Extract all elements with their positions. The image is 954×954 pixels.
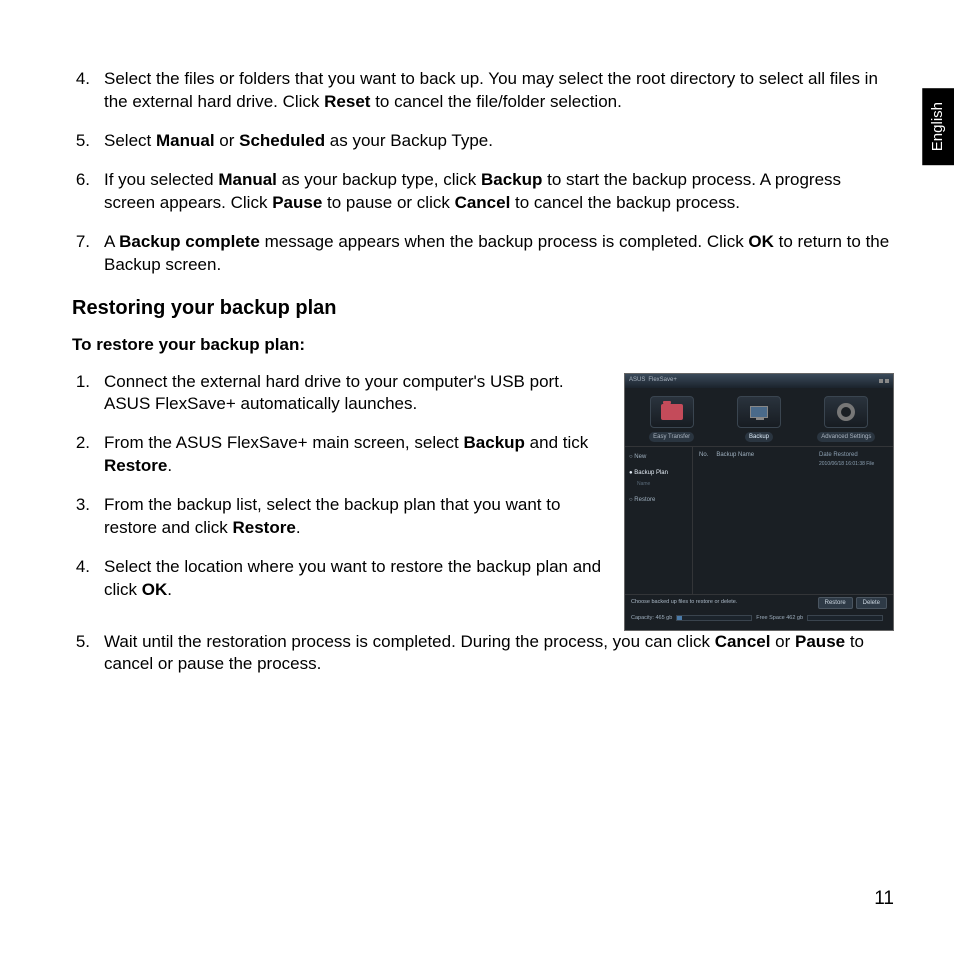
list-text: Select Manual or Scheduled as your Backu… (104, 130, 894, 153)
screenshot-sidebar: ○ New ● Backup Plan Name ○ Restore (625, 447, 693, 594)
monitor-icon (750, 406, 768, 418)
tab-advanced: Advanced Settings (806, 396, 887, 442)
cap-left: Capacity: 465 gb (631, 615, 672, 622)
list-number: 6. (72, 169, 104, 215)
steps-list-restore-tail: 5.Wait until the restoration process is … (72, 631, 894, 677)
list-text: A Backup complete message appears when t… (104, 231, 894, 277)
opt-new: ○ New (629, 453, 688, 461)
tab-label: Advanced Settings (817, 432, 875, 442)
list-item: 6.If you selected Manual as your backup … (72, 169, 894, 215)
cap-right: Free Space 462 gb (756, 615, 803, 622)
list-number: 4. (72, 68, 104, 114)
steps-list-top: 4.Select the files or folders that you w… (72, 68, 894, 277)
list-text: Connect the external hard drive to your … (104, 371, 606, 417)
app-brand: ASUS (629, 376, 645, 384)
min-icon (879, 379, 883, 383)
list-item: 1.Connect the external hard drive to you… (72, 371, 606, 417)
restore-heading: Restoring your backup plan (72, 295, 894, 322)
btn-restore: Restore (818, 597, 853, 609)
list-item: 7.A Backup complete message appears when… (72, 231, 894, 277)
tab-label: Backup (745, 432, 773, 442)
date-val: 2010/06/18 16:01:38 File (819, 461, 889, 468)
btn-delete: Delete (856, 597, 887, 609)
col-name: Backup Name (716, 451, 754, 459)
list-number: 7. (72, 231, 104, 277)
list-item: 4.Select the location where you want to … (72, 556, 606, 602)
cap-bar-right (807, 615, 883, 621)
list-item: 4.Select the files or folders that you w… (72, 68, 894, 114)
steps-list-restore: 1.Connect the external hard drive to you… (72, 371, 606, 603)
note-text: Choose backed up files to restore or del… (631, 599, 737, 606)
list-text: Wait until the restoration process is co… (104, 631, 894, 677)
app-titlebar: ASUS FlexSave+ (625, 374, 893, 388)
opt-backup-plan: ● Backup Plan (629, 469, 688, 477)
screenshot-bottom: Choose backed up files to restore or del… (625, 594, 893, 630)
app-screenshot: ASUS FlexSave+ Easy Transfer Backup (624, 373, 894, 631)
list-item: 5.Select Manual or Scheduled as your Bac… (72, 130, 894, 153)
list-item: 5.Wait until the restoration process is … (72, 631, 894, 677)
gear-icon (837, 403, 855, 421)
list-number: 4. (72, 556, 104, 602)
app-name: FlexSave+ (648, 376, 677, 384)
list-number: 3. (72, 494, 104, 540)
list-number: 2. (72, 432, 104, 478)
tab-easy-transfer: Easy Transfer (631, 396, 712, 442)
tab-label: Easy Transfer (649, 432, 694, 442)
screenshot-center: No. Backup Name (693, 447, 815, 594)
list-text: If you selected Manual as your backup ty… (104, 169, 894, 215)
col-no: No. (699, 451, 708, 459)
list-text: From the ASUS FlexSave+ main screen, sel… (104, 432, 606, 478)
col-date: Date Restored (819, 451, 889, 459)
tab-backup: Backup (718, 396, 799, 442)
restore-subheading: To restore your backup plan: (72, 334, 894, 357)
folder-icon (661, 404, 683, 420)
cap-bar-left (676, 615, 752, 621)
screenshot-right: Date Restored 2010/06/18 16:01:38 File (815, 447, 893, 594)
list-item: 3.From the backup list, select the backu… (72, 494, 606, 540)
list-number: 1. (72, 371, 104, 417)
list-text: Select the files or folders that you wan… (104, 68, 894, 114)
list-number: 5. (72, 631, 104, 677)
language-tab: English (922, 88, 954, 165)
list-text: Select the location where you want to re… (104, 556, 606, 602)
list-text: From the backup list, select the backup … (104, 494, 606, 540)
close-icon (885, 379, 889, 383)
list-item: 2.From the ASUS FlexSave+ main screen, s… (72, 432, 606, 478)
opt-sub: Name (629, 481, 688, 488)
opt-restore: ○ Restore (629, 496, 688, 504)
page-number: 11 (874, 886, 894, 912)
list-number: 5. (72, 130, 104, 153)
